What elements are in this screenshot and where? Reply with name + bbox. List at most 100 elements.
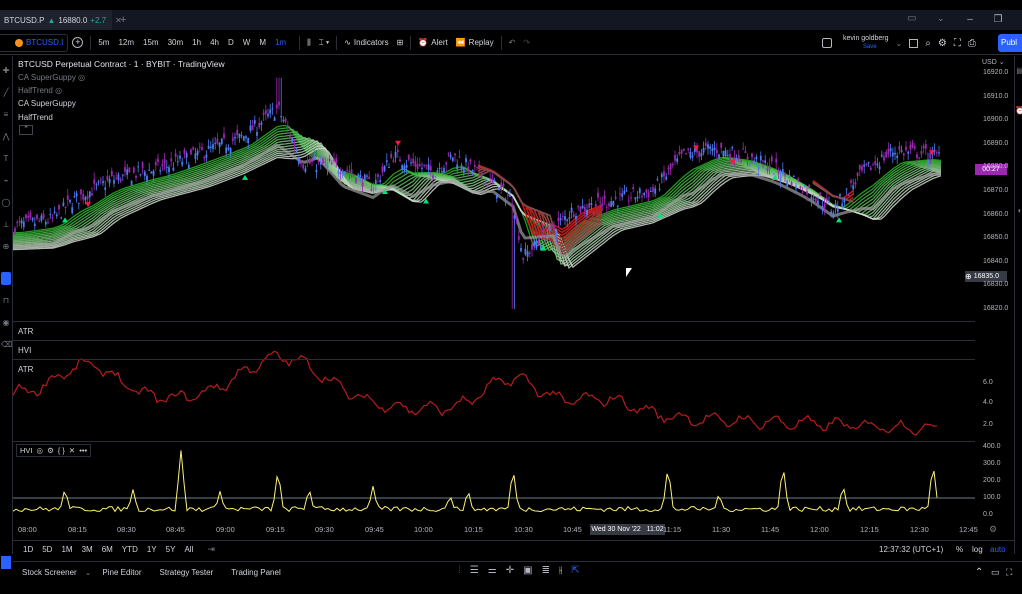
auto-toggle[interactable]: auto	[990, 545, 1006, 554]
candles-icon[interactable]: ⫼	[303, 38, 315, 48]
range-1M[interactable]: 1M	[61, 545, 72, 554]
hvi-collapsed-label[interactable]: HVI	[18, 346, 31, 355]
undo-icon[interactable]: ↶	[505, 38, 520, 47]
chevron-up-icon[interactable]: ⌃	[975, 567, 983, 578]
interval-15m[interactable]: 15m	[143, 38, 159, 47]
log-toggle[interactable]: log	[972, 545, 983, 554]
pane-divider[interactable]	[13, 321, 975, 322]
maximize-panel-icon[interactable]: ⛶	[1006, 567, 1012, 578]
layout-icon[interactable]: ▭	[907, 13, 916, 24]
atr-pane-label[interactable]: ATR	[18, 365, 33, 374]
interval-M[interactable]: M	[259, 38, 266, 47]
checkbox-icon[interactable]	[822, 38, 832, 48]
pane-divider[interactable]	[13, 441, 975, 442]
fib-icon[interactable]: ≡	[1, 110, 11, 120]
text-icon[interactable]: T	[1, 154, 11, 164]
publish-button[interactable]: Publ	[998, 34, 1022, 52]
trash-icon[interactable]: ⌫	[1, 340, 12, 350]
eye-icon[interactable]: ◎	[55, 86, 62, 95]
close-icon[interactable]: ✕	[69, 446, 75, 455]
eye-icon[interactable]: ◎	[78, 73, 85, 82]
replay-button[interactable]: ⏪ Replay	[452, 38, 498, 47]
hvi-legend-toolbar[interactable]: HVI ◎ ⚙ { } ✕ •••	[16, 444, 92, 457]
axis-settings-gear-icon[interactable]: ⚙	[989, 524, 997, 535]
ruler-icon[interactable]: ⟂	[1, 220, 11, 230]
lock-icon[interactable]: ⊓	[1, 296, 11, 306]
chevron-down-icon[interactable]: ⌄	[85, 568, 92, 577]
symbol-search[interactable]: BTCUSD.I	[0, 33, 69, 52]
interval-4h[interactable]: 4h	[210, 38, 219, 47]
legend-superguppy[interactable]: CA SuperGuppy	[18, 99, 76, 108]
trend-line-icon[interactable]: ╱	[1, 88, 11, 98]
minimize-button[interactable]: –	[956, 10, 984, 30]
tab-pine-editor[interactable]: Pine Editor	[102, 568, 141, 577]
dropdown-chevron-icon[interactable]: ⌄	[937, 13, 945, 24]
range-6M[interactable]: 6M	[102, 545, 113, 554]
interval-1h[interactable]: 1h	[192, 38, 201, 47]
interval-30m[interactable]: 30m	[168, 38, 184, 47]
filter-icon[interactable]: ⚌	[488, 565, 497, 576]
crosshair-icon[interactable]: ✛	[506, 565, 514, 576]
pattern-icon[interactable]: ⋀	[1, 132, 11, 142]
alert-button[interactable]: ⏰ Alert	[414, 38, 451, 47]
bar-type-icon[interactable]: ⌶ ▾	[315, 38, 333, 48]
user-menu[interactable]: kevin goldberg Save	[843, 35, 889, 51]
shapes-icon[interactable]: ◯	[1, 198, 11, 208]
layout-square-icon[interactable]	[909, 38, 919, 48]
more-icon[interactable]: •••	[79, 446, 87, 455]
range-5Y[interactable]: 5Y	[166, 545, 176, 554]
eye-icon[interactable]: ◎	[37, 446, 44, 455]
currency-selector[interactable]: USD ⌄	[982, 58, 1005, 66]
align-icon[interactable]: ≣	[542, 565, 550, 576]
gear-icon[interactable]: ⚙	[938, 38, 947, 49]
goto-date-icon[interactable]: ⇥	[207, 544, 215, 555]
pointer-icon[interactable]: ⇱	[571, 565, 579, 576]
plus-circle-icon[interactable]: ⊕	[965, 271, 972, 282]
fullscreen-icon[interactable]: ⛶	[954, 38, 961, 49]
chevron-down-icon[interactable]: ⌄	[896, 39, 903, 48]
tab-trading-panel[interactable]: Trading Panel	[231, 568, 281, 577]
gear-icon[interactable]: ⚙	[47, 446, 54, 455]
blue-flag-icon[interactable]	[1, 556, 11, 569]
interval-W[interactable]: W	[243, 38, 251, 47]
interval-12m[interactable]: 12m	[118, 38, 134, 47]
zoom-icon[interactable]: ⊕	[1, 242, 11, 252]
pane-divider[interactable]	[13, 340, 975, 341]
maximize-button[interactable]: ❐	[984, 10, 1012, 30]
chart-tab[interactable]: BTCUSD.P ▲ 16880.0 +2.7 ✕	[0, 10, 122, 30]
range-All[interactable]: All	[184, 545, 193, 554]
collapse-legend-button[interactable]: ⌃	[19, 125, 33, 135]
eye-icon[interactable]: ◉	[1, 318, 11, 328]
templates-icon[interactable]: ⊞	[393, 38, 408, 47]
range-5D[interactable]: 5D	[42, 545, 52, 554]
atr-collapsed-label[interactable]: ATR	[18, 327, 33, 336]
camera-icon[interactable]: ⎙	[968, 38, 976, 49]
interval-5m[interactable]: 5m	[98, 38, 109, 47]
percent-toggle[interactable]: %	[956, 545, 963, 554]
new-tab-button[interactable]: +	[120, 14, 126, 26]
legend-superguppy-hidden[interactable]: CA SuperGuppy ◎	[18, 73, 85, 82]
search-icon[interactable]: ⌕	[925, 38, 931, 49]
interval-1m[interactable]: 1m	[275, 38, 286, 47]
range-1D[interactable]: 1D	[23, 545, 33, 554]
pane-divider[interactable]	[13, 359, 975, 360]
split-icon[interactable]: ⫲	[559, 565, 562, 576]
compare-add-button[interactable]: +	[68, 37, 87, 48]
range-YTD[interactable]: YTD	[122, 545, 138, 554]
range-1Y[interactable]: 1Y	[147, 545, 157, 554]
legend-halftrend-hidden[interactable]: HalfTrend ◎	[18, 86, 62, 95]
redo-icon[interactable]: ↷	[519, 38, 534, 47]
crosshair-icon[interactable]: ✚	[1, 66, 11, 76]
frame-icon[interactable]: ▣	[523, 565, 532, 576]
clock-readout[interactable]: 12:37:32 (UTC+1)	[879, 545, 943, 554]
interval-D[interactable]: D	[228, 38, 234, 47]
legend-halftrend[interactable]: HalfTrend	[18, 113, 53, 122]
price-chart-canvas[interactable]	[13, 56, 1021, 536]
restore-icon[interactable]: ▭	[991, 567, 1000, 578]
forecast-icon[interactable]: ⌁	[1, 176, 11, 186]
list-icon[interactable]: ☰	[470, 565, 479, 576]
tab-strategy-tester[interactable]: Strategy Tester	[160, 568, 214, 577]
magnet-icon[interactable]	[1, 272, 11, 285]
indicators-button[interactable]: ∿ Indicators	[340, 38, 392, 47]
code-icon[interactable]: { }	[58, 446, 65, 455]
